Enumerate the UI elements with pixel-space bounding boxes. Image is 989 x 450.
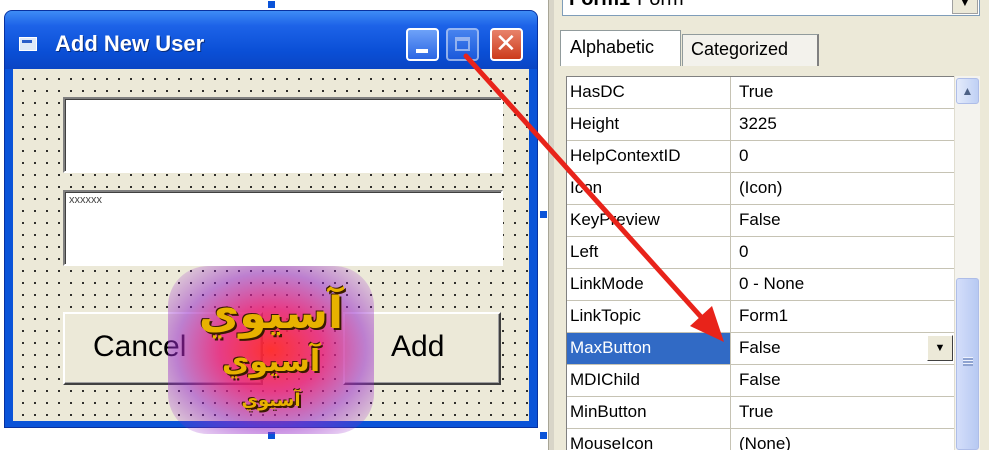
property-row-selected[interactable]: MaxButton False ▼ [567,333,954,365]
property-row[interactable]: Left 0 [567,237,954,269]
tab-categorized[interactable]: Categorized [682,34,819,66]
scrollbar-thumb[interactable] [956,278,979,450]
property-name: HelpContextID [567,141,731,172]
property-name: MaxButton [567,333,731,364]
chevron-up-icon: ▲ [961,84,974,98]
property-value[interactable]: Form1 [731,301,954,332]
property-row[interactable]: MinButton True [567,397,954,429]
property-row[interactable]: MouseIcon (None) [567,429,954,450]
property-name: Icon [567,173,731,204]
property-row[interactable]: KeyPreview False [567,205,954,237]
property-row[interactable]: LinkMode 0 - None [567,269,954,301]
watermark-text-large: آسيوي [198,288,344,339]
property-value[interactable]: 3225 [731,109,954,140]
form-icon [19,37,37,51]
watermark-logo: آسيوي آسيوي آسيوي [168,266,374,434]
maximize-button [446,28,479,61]
resize-handle-corner[interactable] [540,432,547,439]
maximize-icon [455,37,470,51]
property-name: KeyPreview [567,205,731,236]
resize-handle-top[interactable] [268,1,275,8]
property-value[interactable]: 0 [731,141,954,172]
properties-window: Form1 Form ▼ Alphabetic Categorized HasD… [554,0,989,450]
object-selector[interactable]: Form1 Form ▼ [562,0,980,16]
property-name: MDIChild [567,365,731,396]
form-titlebar[interactable]: Add New User ✕ [5,11,537,69]
property-name: MouseIcon [567,429,731,450]
property-row[interactable]: Height 3225 [567,109,954,141]
minimize-icon [416,49,428,53]
watermark-text-medium: آسيوي [221,344,321,379]
chevron-down-icon: ▼ [934,342,946,354]
property-value[interactable]: (Icon) [731,173,954,204]
property-row[interactable]: Icon (Icon) [567,173,954,205]
minimize-button[interactable] [406,28,439,61]
property-value[interactable]: False [731,205,954,236]
watermark-text-small: آسيوي [241,390,301,411]
resize-handle-right[interactable] [540,211,547,218]
property-value[interactable]: 0 - None [731,269,954,300]
add-button-label: Add [391,330,445,363]
username-textbox[interactable] [63,97,503,173]
property-value[interactable]: (None) [731,429,954,450]
property-value[interactable]: True [731,397,954,428]
property-grid: HasDC True Height 3225 HelpContextID 0 I… [566,76,954,450]
property-name: HasDC [567,77,731,108]
form-title: Add New User [55,31,205,56]
password-text: xxxxxx [69,194,102,206]
property-name: LinkTopic [567,301,731,332]
scroll-up-button[interactable]: ▲ [956,78,979,104]
property-row[interactable]: LinkTopic Form1 [567,301,954,333]
property-value[interactable]: False [731,333,954,364]
close-icon: ✕ [495,29,517,59]
password-textbox[interactable]: xxxxxx [63,190,503,266]
property-row[interactable]: HelpContextID 0 [567,141,954,173]
tab-alphabetic[interactable]: Alphabetic [560,30,681,66]
property-row[interactable]: MDIChild False [567,365,954,397]
close-button[interactable]: ✕ [490,28,523,61]
property-value[interactable]: False [731,365,954,396]
object-name: Form1 [569,0,630,11]
property-row[interactable]: HasDC True [567,77,954,109]
property-name: Height [567,109,731,140]
property-name: Left [567,237,731,268]
property-value[interactable]: True [731,77,954,108]
value-dropdown-button[interactable]: ▼ [927,335,953,361]
chevron-down-icon[interactable]: ▼ [952,0,978,14]
property-value[interactable]: 0 [731,237,954,268]
scrollbar-grip-icon [963,357,973,366]
property-grid-scrollbar[interactable]: ▲ [954,76,980,450]
object-type: Form [637,0,684,11]
property-name: MinButton [567,397,731,428]
property-name: LinkMode [567,269,731,300]
